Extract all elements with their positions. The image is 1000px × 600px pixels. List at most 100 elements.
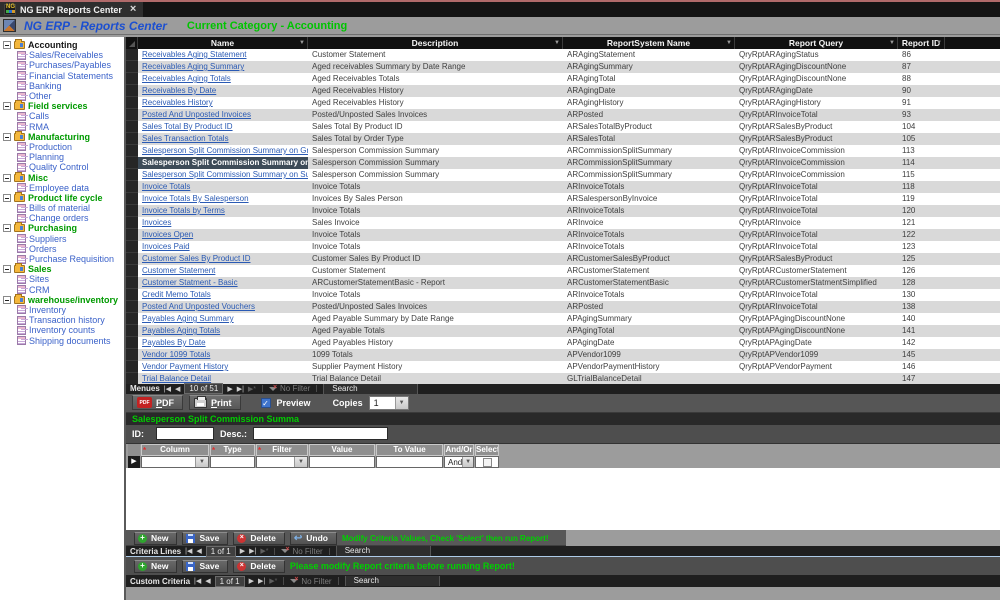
report-link[interactable]: Sales Total By Product ID bbox=[142, 122, 233, 131]
report-link[interactable]: Customer Statement bbox=[142, 266, 215, 275]
criteria-header-filter[interactable]: Filter bbox=[256, 444, 308, 456]
column-filter-icon[interactable]: ▼ bbox=[554, 37, 560, 49]
nav-first-icon[interactable]: |◀ bbox=[185, 547, 192, 555]
tree-category-field-services[interactable]: Field services bbox=[0, 101, 124, 111]
table-row[interactable]: Receivables Aging SummaryAged receivable… bbox=[126, 61, 1000, 73]
save-button[interactable]: Save bbox=[182, 560, 228, 573]
report-link[interactable]: Payables By Date bbox=[142, 338, 206, 347]
report-name-cell[interactable]: Trial Balance Detail bbox=[138, 373, 308, 384]
report-link[interactable]: Invoices bbox=[142, 218, 171, 227]
row-selector[interactable] bbox=[126, 169, 138, 181]
report-link[interactable]: Invoices Open bbox=[142, 230, 193, 239]
tree-category-sales[interactable]: Sales bbox=[0, 264, 124, 274]
report-link[interactable]: Salesperson Split Commission Summary on … bbox=[142, 158, 308, 167]
row-selector[interactable] bbox=[126, 337, 138, 349]
criteria-header-and-or[interactable]: And/Or bbox=[444, 444, 474, 456]
table-row[interactable]: Customer Sales By Product IDCustomer Sal… bbox=[126, 253, 1000, 265]
new-button[interactable]: +New bbox=[134, 532, 177, 545]
column-header-report-id[interactable]: Report ID▼ bbox=[898, 37, 945, 49]
report-name-cell[interactable]: Salesperson Split Commission Summary on … bbox=[138, 169, 308, 181]
search-input[interactable]: Search bbox=[345, 576, 440, 586]
close-icon[interactable]: × bbox=[130, 4, 136, 15]
report-name-cell[interactable]: Receivables By Date bbox=[138, 85, 308, 97]
report-name-cell[interactable]: Vendor Payment History bbox=[138, 361, 308, 373]
no-filter-indicator[interactable]: No Filter bbox=[269, 384, 310, 393]
chevron-down-icon[interactable]: ▼ bbox=[294, 457, 307, 468]
no-filter-indicator[interactable]: No Filter bbox=[281, 547, 322, 556]
row-selector[interactable] bbox=[126, 325, 138, 337]
report-link[interactable]: Salesperson Split Commission Summary on … bbox=[142, 146, 308, 155]
report-link[interactable]: Salesperson Split Commission Summary on … bbox=[142, 170, 308, 179]
criteria-header-column[interactable]: Column bbox=[141, 444, 209, 456]
print-button[interactable]: Print bbox=[189, 395, 241, 410]
table-row[interactable]: Customer StatementCustomer StatementARCu… bbox=[126, 265, 1000, 277]
tree-item-sales-receivables[interactable]: Sales/Receivables bbox=[0, 50, 124, 60]
column-header-reportsystem-name[interactable]: ReportSystem Name▼ bbox=[563, 37, 735, 49]
table-row[interactable]: Vendor 1099 Totals1099 TotalsAPVendor109… bbox=[126, 349, 1000, 361]
report-name-cell[interactable]: Credit Memo Totals bbox=[138, 289, 308, 301]
report-link[interactable]: Invoice Totals By Salesperson bbox=[142, 194, 249, 203]
table-row[interactable]: Invoice TotalsInvoice TotalsARInvoiceTot… bbox=[126, 181, 1000, 193]
tree-category-warehouse-inventory[interactable]: warehouse/inventory bbox=[0, 295, 124, 305]
column-header-name[interactable]: Name▼ bbox=[138, 37, 308, 49]
table-row[interactable]: Receivables HistoryAged Receivables Hist… bbox=[126, 97, 1000, 109]
tree-item-production[interactable]: Production bbox=[0, 142, 124, 152]
table-row[interactable]: Trial Balance DetailTrial Balance Detail… bbox=[126, 373, 1000, 384]
row-selector[interactable] bbox=[126, 109, 138, 121]
chevron-down-icon[interactable]: ▼ bbox=[462, 457, 473, 468]
report-name-cell[interactable]: Sales Transaction Totals bbox=[138, 133, 308, 145]
report-link[interactable]: Receivables Aging Statement bbox=[142, 50, 247, 59]
tree-item-transaction-history[interactable]: Transaction history bbox=[0, 315, 124, 325]
report-name-cell[interactable]: Invoice Totals By Salesperson bbox=[138, 193, 308, 205]
report-link[interactable]: Receivables Aging Totals bbox=[142, 74, 231, 83]
report-name-cell[interactable]: Customer Statment - Basic bbox=[138, 277, 308, 289]
report-name-cell[interactable]: Posted And Unposted Vouchers bbox=[138, 301, 308, 313]
nav-next-icon[interactable]: ▶ bbox=[240, 547, 245, 555]
nav-new-record-icon[interactable]: ▶* bbox=[260, 547, 268, 555]
collapse-minus-icon[interactable] bbox=[3, 296, 11, 304]
table-row[interactable]: Payables Aging SummaryAged Payable Summa… bbox=[126, 313, 1000, 325]
row-selector[interactable] bbox=[126, 121, 138, 133]
table-row[interactable]: Credit Memo TotalsInvoice TotalsARInvoic… bbox=[126, 289, 1000, 301]
report-name-cell[interactable]: Invoice Totals bbox=[138, 181, 308, 193]
report-name-cell[interactable]: Posted And Unposted Invoices bbox=[138, 109, 308, 121]
tree-item-orders[interactable]: Orders bbox=[0, 244, 124, 254]
row-selector[interactable] bbox=[126, 157, 138, 169]
collapse-minus-icon[interactable] bbox=[3, 174, 11, 182]
delete-button[interactable]: ×Delete bbox=[233, 532, 285, 545]
row-selector[interactable] bbox=[126, 217, 138, 229]
row-selector[interactable] bbox=[126, 61, 138, 73]
tree-item-sites[interactable]: Sites bbox=[0, 274, 124, 284]
chevron-down-icon[interactable]: ▼ bbox=[195, 457, 208, 468]
row-selector[interactable] bbox=[126, 265, 138, 277]
report-link[interactable]: Customer Statment - Basic bbox=[142, 278, 238, 287]
row-selector[interactable] bbox=[126, 145, 138, 157]
new-button[interactable]: +New bbox=[134, 560, 177, 573]
desc-field[interactable] bbox=[253, 427, 388, 440]
tree-category-misc[interactable]: Misc bbox=[0, 172, 124, 182]
row-selector[interactable] bbox=[126, 349, 138, 361]
row-selector[interactable] bbox=[126, 205, 138, 217]
report-name-cell[interactable]: Salesperson Split Commission Summary on … bbox=[138, 145, 308, 157]
report-name-cell[interactable]: Customer Statement bbox=[138, 265, 308, 277]
report-link[interactable]: Invoices Paid bbox=[142, 242, 190, 251]
collapse-minus-icon[interactable] bbox=[3, 224, 11, 232]
row-selector[interactable] bbox=[126, 229, 138, 241]
row-selector[interactable] bbox=[126, 85, 138, 97]
criteria-header-value[interactable]: Value bbox=[309, 444, 375, 456]
pdf-button[interactable]: PDF PDF bbox=[132, 395, 183, 410]
table-row[interactable]: Receivables By DateAged Receivables Hist… bbox=[126, 85, 1000, 97]
table-row[interactable]: Posted And Unposted VouchersPosted/Unpos… bbox=[126, 301, 1000, 313]
report-link[interactable]: Sales Transaction Totals bbox=[142, 134, 229, 143]
table-row[interactable]: Salesperson Split Commission Summary on … bbox=[126, 157, 1000, 169]
table-row[interactable]: Payables By DateAged Payables HistoryAPA… bbox=[126, 337, 1000, 349]
collapse-minus-icon[interactable] bbox=[3, 133, 11, 141]
row-selector[interactable] bbox=[126, 49, 138, 61]
nav-last-icon[interactable]: ▶| bbox=[249, 547, 256, 555]
nav-prev-icon[interactable]: ◀ bbox=[175, 385, 180, 393]
row-selector[interactable] bbox=[126, 181, 138, 193]
collapse-minus-icon[interactable] bbox=[3, 102, 11, 110]
table-row[interactable]: Invoices OpenInvoice TotalsARInvoiceTota… bbox=[126, 229, 1000, 241]
report-link[interactable]: Payables Aging Summary bbox=[142, 314, 234, 323]
tree-category-product-life-cycle[interactable]: Product life cycle bbox=[0, 193, 124, 203]
